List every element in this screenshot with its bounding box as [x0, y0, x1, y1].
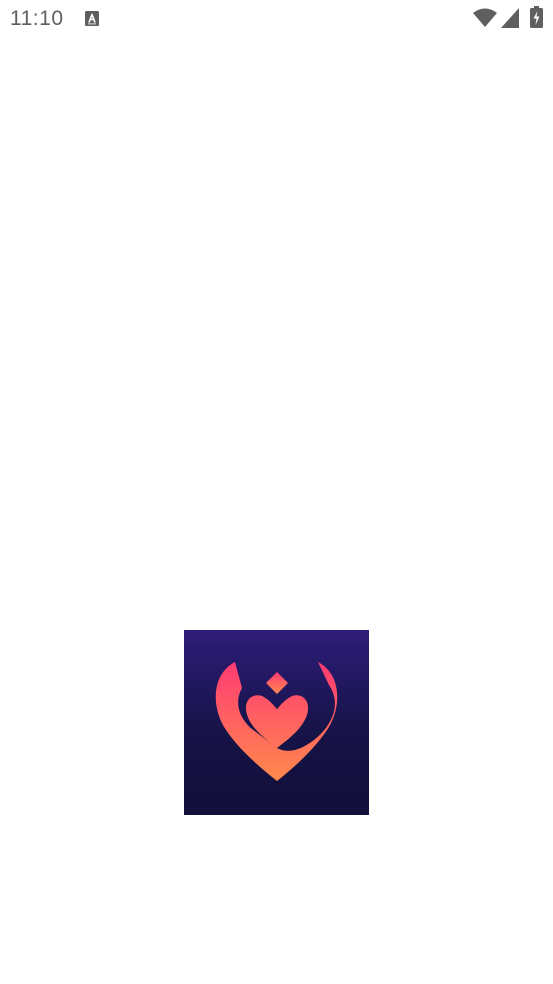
heart-v-logo-icon	[184, 630, 369, 815]
status-time: 11:10	[10, 7, 64, 30]
cellular-signal-icon	[501, 8, 519, 28]
wifi-icon	[473, 8, 497, 27]
text-a-icon	[85, 11, 99, 26]
status-bar: 11:10	[0, 0, 553, 38]
splash-screen: 11:10	[0, 0, 553, 984]
battery-charging-icon	[530, 6, 543, 28]
app-logo	[184, 630, 369, 815]
